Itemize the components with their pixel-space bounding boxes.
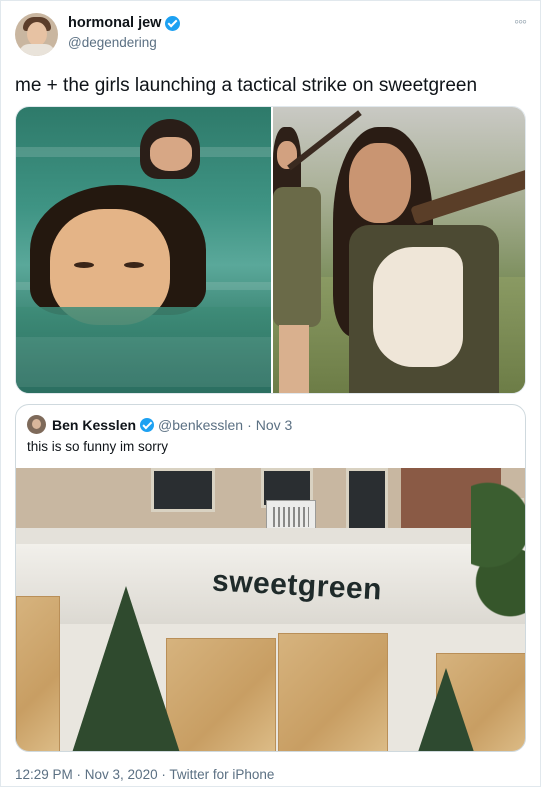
evergreen-tree: [71, 586, 181, 751]
building-ledge: [16, 528, 525, 544]
avatar-shirt: [19, 44, 55, 56]
plywood-board: [166, 638, 276, 751]
author-avatar[interactable]: [15, 13, 58, 56]
person-main-sleeve: [373, 247, 463, 367]
separator-dot: ·: [247, 417, 252, 433]
eye-left: [74, 262, 94, 268]
quoted-author-avatar[interactable]: [27, 415, 46, 434]
tweet-card: hormonal jew @degendering ◦◦◦ me + the g…: [0, 0, 541, 787]
quoted-tweet[interactable]: Ben Kesslen @benkesslen · Nov 3 this is …: [15, 404, 526, 752]
tweet-media-grid[interactable]: [15, 106, 526, 394]
author-handle[interactable]: @degendering: [68, 35, 157, 50]
eye-right: [124, 262, 144, 268]
avatar-face: [27, 22, 47, 46]
author-name-row: hormonal jew: [68, 15, 181, 31]
verified-badge-icon: [140, 418, 155, 432]
person-small-vest: [273, 187, 321, 327]
tweet-timestamp[interactable]: 12:29 PM · Nov 3, 2020 · Twitter for iPh…: [15, 767, 274, 782]
media-photo-shotgun[interactable]: [273, 107, 525, 393]
quoted-tweet-date[interactable]: Nov 3: [256, 417, 293, 433]
media-photo-pool[interactable]: [16, 107, 271, 393]
plywood-board: [16, 596, 60, 751]
author-display-name[interactable]: hormonal jew: [68, 15, 161, 31]
quoted-author-name[interactable]: Ben Kesslen: [52, 417, 136, 433]
person-main-face: [349, 143, 411, 223]
verified-badge-icon: [165, 15, 181, 31]
tweet-text: me + the girls launching a tactical stri…: [15, 75, 478, 96]
tree-leaves: [471, 468, 525, 658]
quoted-author-handle[interactable]: @benkesslen: [158, 417, 243, 433]
plywood-board: [278, 633, 388, 751]
evergreen-tree: [416, 668, 476, 751]
person-small-legs: [279, 325, 309, 393]
quoted-tweet-header: Ben Kesslen @benkesslen · Nov 3: [52, 417, 292, 433]
person-back-face: [150, 137, 192, 171]
building-window: [151, 468, 215, 512]
water-ripple: [16, 337, 271, 387]
quoted-tweet-photo[interactable]: sweetgreen: [16, 468, 525, 751]
more-options-icon[interactable]: ◦◦◦: [514, 13, 527, 29]
quoted-tweet-text: this is so funny im sorry: [27, 439, 169, 454]
